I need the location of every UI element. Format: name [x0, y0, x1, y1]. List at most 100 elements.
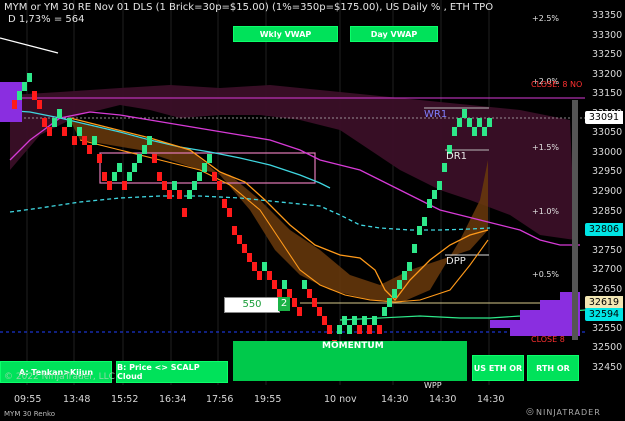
wpp-label: WPP — [424, 381, 442, 390]
renko-brick — [82, 136, 87, 145]
price-axis-label: 32650 — [592, 283, 623, 295]
renko-brick — [457, 118, 462, 127]
renko-brick — [282, 280, 287, 289]
price-scalp-button[interactable]: B: Price <> SCALP Cloud — [116, 361, 228, 383]
close-label-2: CLOSE 8 — [531, 335, 565, 344]
day-vwap-button[interactable]: Day VWAP — [350, 26, 438, 42]
renko-brick — [257, 271, 262, 280]
close-label: CLOSE: 8 NO — [531, 80, 583, 89]
time-label-6: 10 nov — [324, 394, 357, 405]
rth-or-button[interactable]: RTH OR — [527, 355, 579, 381]
renko-brick — [112, 172, 117, 181]
renko-brick — [32, 91, 37, 100]
time-label-2: 15:52 — [111, 394, 139, 405]
renko-brick — [402, 271, 407, 280]
dr1-label: DR1 — [446, 151, 468, 162]
renko-brick — [187, 190, 192, 199]
renko-brick — [327, 325, 332, 334]
renko-brick — [262, 262, 267, 271]
chart-header: MYM or YM 30 RE Nov 01 DLS (1 Brick=30p=… — [4, 2, 493, 26]
renko-brick — [172, 181, 177, 190]
renko-brick — [462, 109, 467, 118]
volume-profile-left — [0, 82, 22, 122]
renko-brick — [422, 217, 427, 226]
renko-brick — [312, 298, 317, 307]
price-axis-label: 33000 — [592, 146, 623, 158]
renko-brick — [352, 316, 357, 325]
renko-brick — [432, 190, 437, 199]
renko-brick — [452, 127, 457, 136]
renko-brick — [42, 118, 47, 127]
renko-brick — [247, 253, 252, 262]
price-axis-label: 32700 — [592, 264, 623, 276]
renko-brick — [357, 325, 362, 334]
renko-brick — [162, 181, 167, 190]
renko-brick — [307, 289, 312, 298]
renko-brick — [207, 154, 212, 163]
renko-brick — [147, 136, 152, 145]
renko-brick — [177, 190, 182, 199]
renko-brick — [102, 172, 107, 181]
renko-brick — [227, 208, 232, 217]
renko-brick — [347, 325, 352, 334]
renko-brick — [127, 172, 132, 181]
renko-brick — [27, 73, 32, 82]
renko-brick — [442, 163, 447, 172]
renko-brick — [387, 298, 392, 307]
renko-brick — [77, 127, 82, 136]
renko-brick — [477, 118, 482, 127]
price-axis-label: 32950 — [592, 166, 623, 178]
time-label-4: 17:56 — [206, 394, 234, 405]
header-line-1: MYM or YM 30 RE Nov 01 DLS (1 Brick=30p=… — [4, 2, 494, 13]
renko-brick — [252, 262, 257, 271]
copyright-text: © 2022 NinjaTrader, LLC — [4, 372, 115, 382]
renko-brick — [92, 136, 97, 145]
renko-brick — [122, 181, 127, 190]
renko-brick — [217, 181, 222, 190]
renko-brick — [37, 100, 42, 109]
price-tag-vwap: 32806 — [585, 223, 623, 236]
renko-brick — [292, 298, 297, 307]
price-tag-vwap-2: 32594 — [585, 308, 623, 321]
renko-brick — [232, 226, 237, 235]
renko-brick — [487, 118, 492, 127]
renko-brick — [17, 91, 22, 100]
us-eth-or-button[interactable]: US ETH OR — [472, 355, 524, 381]
price-axis-label: 32850 — [592, 205, 623, 217]
renko-brick — [267, 271, 272, 280]
renko-brick — [367, 325, 372, 334]
renko-brick — [72, 136, 77, 145]
price-axis-label: 33200 — [592, 68, 623, 80]
price-axis-label: 33250 — [592, 49, 623, 61]
time-label-0: 09:55 — [14, 394, 42, 405]
renko-brick — [52, 118, 57, 127]
header-line-2: D 1,73% = 564 — [8, 14, 85, 25]
renko-brick — [212, 172, 217, 181]
renko-brick — [302, 280, 307, 289]
renko-brick — [87, 145, 92, 154]
renko-brick — [467, 118, 472, 127]
renko-brick — [397, 280, 402, 289]
time-label-7: 14:30 — [381, 394, 409, 405]
renko-brick — [317, 307, 322, 316]
renko-brick — [407, 262, 412, 271]
brick-count-secondary: 2 — [278, 297, 290, 311]
renko-brick — [322, 316, 327, 325]
pct-label-1-5: +1.5% — [532, 143, 560, 152]
price-axis-label: 33150 — [592, 88, 623, 100]
renko-brick — [392, 289, 397, 298]
price-axis-label: 32500 — [592, 342, 623, 354]
momentum-label: MOMENTUM — [322, 341, 384, 351]
renko-brick — [297, 307, 302, 316]
renko-brick — [242, 244, 247, 253]
renko-brick — [372, 316, 377, 325]
renko-brick — [197, 172, 202, 181]
renko-brick — [57, 109, 62, 118]
price-scroll-bar[interactable] — [572, 100, 578, 340]
renko-brick — [362, 316, 367, 325]
time-label-1: 13:48 — [63, 394, 91, 405]
renko-brick — [417, 226, 422, 235]
wkly-vwap-button[interactable]: Wkly VWAP — [233, 26, 338, 42]
renko-brick — [107, 181, 112, 190]
renko-brick — [337, 325, 342, 334]
